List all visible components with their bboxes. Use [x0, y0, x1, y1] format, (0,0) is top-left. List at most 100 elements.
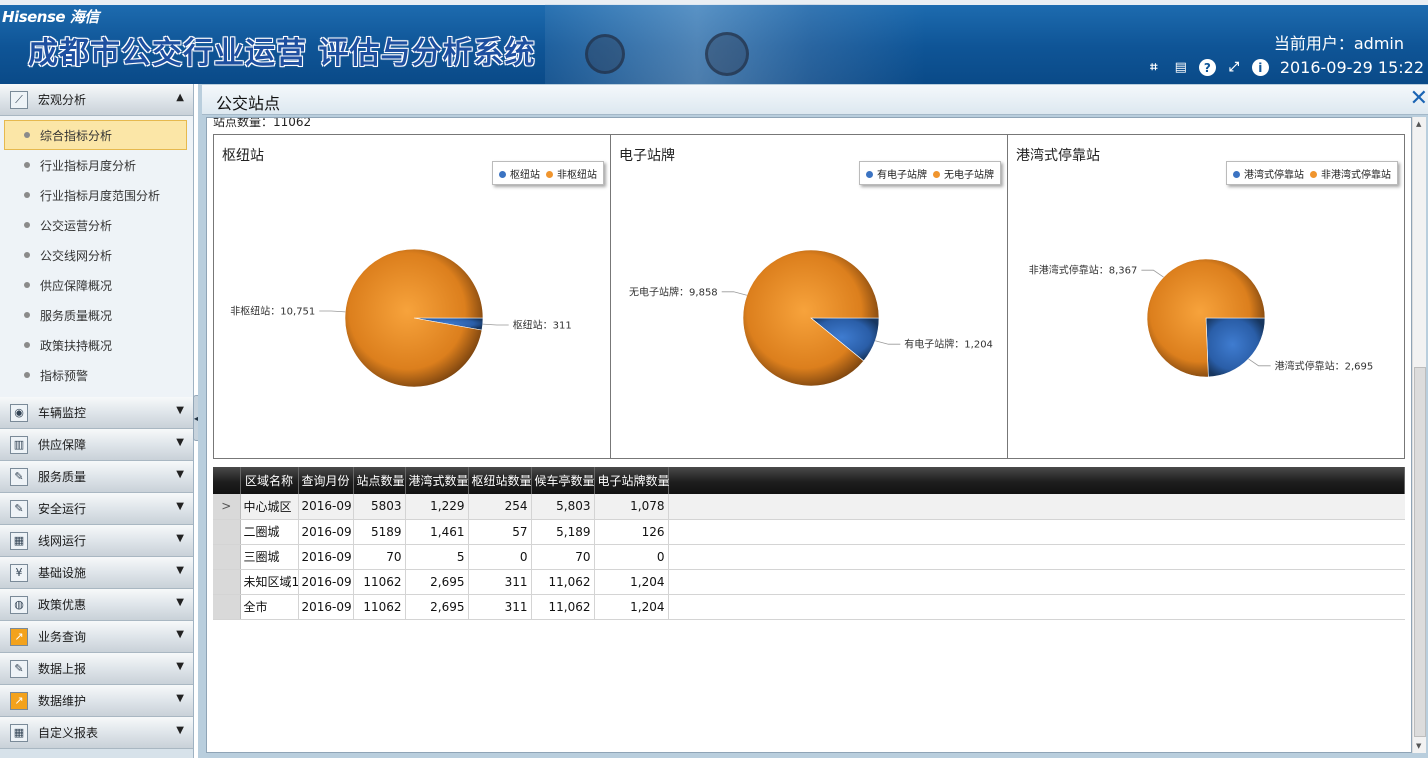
submenu-item-operation-analysis[interactable]: 公交运营分析 [0, 210, 193, 240]
table-cell[interactable]: 2,695 [405, 594, 469, 620]
column-header[interactable]: 港湾式数量 [405, 467, 469, 494]
table-cell[interactable]: 0 [468, 544, 532, 570]
submenu-item-supply-overview[interactable]: 供应保障概况 [0, 270, 193, 300]
column-header[interactable]: 区域名称 [240, 467, 299, 494]
table-cell[interactable]: 2016-09 [298, 594, 354, 620]
table-row[interactable]: > 中心城区 2016-09 5803 1,229 254 5,803 1,07… [213, 494, 1405, 520]
table-cell[interactable]: 11062 [353, 569, 406, 595]
table-cell[interactable]: 全市 [240, 594, 299, 620]
table-cell[interactable]: 三圈城 [240, 544, 299, 570]
table-row[interactable]: 二圈城 2016-09 5189 1,461 57 5,189 126 [213, 519, 1405, 545]
table-cell[interactable]: 11062 [353, 594, 406, 620]
row-selector[interactable] [213, 544, 241, 570]
table-cell[interactable]: 2016-09 [298, 544, 354, 570]
table-cell[interactable]: 中心城区 [240, 494, 299, 520]
row-filler [668, 569, 1405, 595]
row-selector[interactable] [213, 519, 241, 545]
table-row[interactable]: 未知区域1 2016-09 11062 2,695 311 11,062 1,2… [213, 569, 1405, 595]
table-cell[interactable]: 1,204 [594, 569, 669, 595]
fullscreen-icon[interactable]: ⤢ [1225, 59, 1243, 77]
pie-leader-line [1248, 358, 1271, 367]
pie-slice[interactable] [742, 249, 880, 387]
scroll-up-icon[interactable]: ▲ [1416, 120, 1421, 128]
table-cell[interactable]: 2,695 [405, 569, 469, 595]
table-cell[interactable]: 57 [468, 519, 532, 545]
submenu-item-monthly-range-analysis[interactable]: 行业指标月度范围分析 [0, 180, 193, 210]
sidebar-group-infrastructure[interactable]: ¥ 基础设施 ▼ [0, 557, 193, 589]
sidebar-group-data-maintain[interactable]: ↗ 数据维护 ▼ [0, 685, 193, 717]
table-cell[interactable]: 5189 [353, 519, 406, 545]
table-cell[interactable]: 11,062 [531, 569, 595, 595]
table-cell[interactable]: 未知区域1 [240, 569, 299, 595]
submenu-item-label: 供应保障概况 [40, 278, 113, 293]
sidebar-group-custom-report[interactable]: ▦ 自定义报表 ▼ [0, 717, 193, 749]
table-cell[interactable]: 1,078 [594, 494, 669, 520]
sidebar-group-service-quality[interactable]: ✎ 服务质量 ▼ [0, 461, 193, 493]
scroll-down-icon[interactable]: ▼ [1416, 742, 1421, 750]
table-cell[interactable]: 5803 [353, 494, 406, 520]
sidebar-group-vehicle-monitor[interactable]: ◉ 车辆监控 ▼ [0, 397, 193, 429]
sidebar-group-safety[interactable]: ✎ 安全运行 ▼ [0, 493, 193, 525]
row-selector[interactable] [213, 594, 241, 620]
table-cell[interactable]: 5 [405, 544, 469, 570]
pie-slice[interactable] [1205, 317, 1266, 378]
table-cell[interactable]: 70 [531, 544, 595, 570]
submenu-item-policy-overview[interactable]: 政策扶持概况 [0, 330, 193, 360]
pie-data-label: 枢纽站：311 [513, 319, 572, 332]
chevron-down-icon: ▼ [176, 469, 184, 480]
help-icon[interactable]: ? [1198, 59, 1216, 76]
table-cell[interactable]: 5,803 [531, 494, 595, 520]
table-cell[interactable]: 311 [468, 569, 532, 595]
sidebar-group-business-query[interactable]: ↗ 业务查询 ▼ [0, 621, 193, 653]
table-row[interactable]: 全市 2016-09 11062 2,695 311 11,062 1,204 [213, 594, 1405, 620]
table-cell[interactable]: 70 [353, 544, 406, 570]
column-header[interactable]: 枢纽站数量 [468, 467, 532, 494]
column-header[interactable]: 电子站牌数量 [594, 467, 670, 494]
row-filler [668, 544, 1405, 570]
sidebar-group-label: 供应保障 [38, 438, 87, 452]
scrollbar-thumb[interactable] [1414, 367, 1426, 737]
submenu-item-label: 服务质量概况 [40, 308, 113, 323]
row-selector[interactable] [213, 569, 241, 595]
bullet-icon [24, 312, 30, 318]
column-header[interactable]: 候车亭数量 [531, 467, 595, 494]
chevron-down-icon: ▼ [176, 565, 184, 576]
table-cell[interactable]: 11,062 [531, 594, 595, 620]
table-cell[interactable]: 126 [594, 519, 669, 545]
table-cell[interactable]: 2016-09 [298, 519, 354, 545]
submenu-item-monthly-analysis[interactable]: 行业指标月度分析 [0, 150, 193, 180]
table-cell[interactable]: 0 [594, 544, 669, 570]
table-cell[interactable]: 2016-09 [298, 494, 354, 520]
sidebar-group-supply[interactable]: ▥ 供应保障 ▼ [0, 429, 193, 461]
submenu-item-service-overview[interactable]: 服务质量概况 [0, 300, 193, 330]
table-row[interactable]: 三圈城 2016-09 70 5 0 70 0 [213, 544, 1405, 570]
table-cell[interactable]: 1,229 [405, 494, 469, 520]
pie-slice[interactable] [344, 248, 484, 388]
table-cell[interactable]: 5,189 [531, 519, 595, 545]
table-cell[interactable]: 1,461 [405, 519, 469, 545]
close-icon[interactable]: ✕ [1410, 88, 1428, 110]
vertical-scrollbar[interactable]: ▲ ▼ [1412, 117, 1426, 753]
sidebar-group-network[interactable]: ▦ 线网运行 ▼ [0, 525, 193, 557]
chevron-down-icon: ▼ [176, 405, 184, 416]
table-cell[interactable]: 1,204 [594, 594, 669, 620]
submenu-item-comprehensive-analysis[interactable]: 综合指标分析 [4, 120, 187, 150]
sidebar-group-macro-analysis[interactable]: ⟋ 宏观分析 ▲ [0, 84, 193, 116]
sidebar-group-data-report[interactable]: ✎ 数据上报 ▼ [0, 653, 193, 685]
table-cell[interactable]: 二圈城 [240, 519, 299, 545]
sidebar-group-policy[interactable]: ◍ 政策优惠 ▼ [0, 589, 193, 621]
column-header[interactable]: 站点数量 [353, 467, 406, 494]
info-icon[interactable]: i [1251, 59, 1269, 76]
row-selector[interactable]: > [213, 494, 241, 520]
table-cell[interactable]: 2016-09 [298, 569, 354, 595]
pie-leader-line [1141, 269, 1164, 278]
pie-chart-bay-stop: 港湾式停靠站 港湾式停靠站 非港湾式停靠站 港湾式停靠站：2,695 非港湾式停靠… [1008, 135, 1404, 458]
crop-icon[interactable]: ⌗ [1145, 59, 1163, 77]
submenu-item-network-analysis[interactable]: 公交线网分析 [0, 240, 193, 270]
column-header[interactable]: 查询月份 [298, 467, 354, 494]
table-cell[interactable]: 311 [468, 594, 532, 620]
pie-chart-hub: 枢纽站 枢纽站 非枢纽站 枢纽站：311 非枢纽站：10,751 [214, 135, 611, 458]
submenu-item-warning[interactable]: 指标预警 [0, 360, 193, 390]
keyboard-icon[interactable]: ▤ [1172, 59, 1190, 77]
table-cell[interactable]: 254 [468, 494, 532, 520]
